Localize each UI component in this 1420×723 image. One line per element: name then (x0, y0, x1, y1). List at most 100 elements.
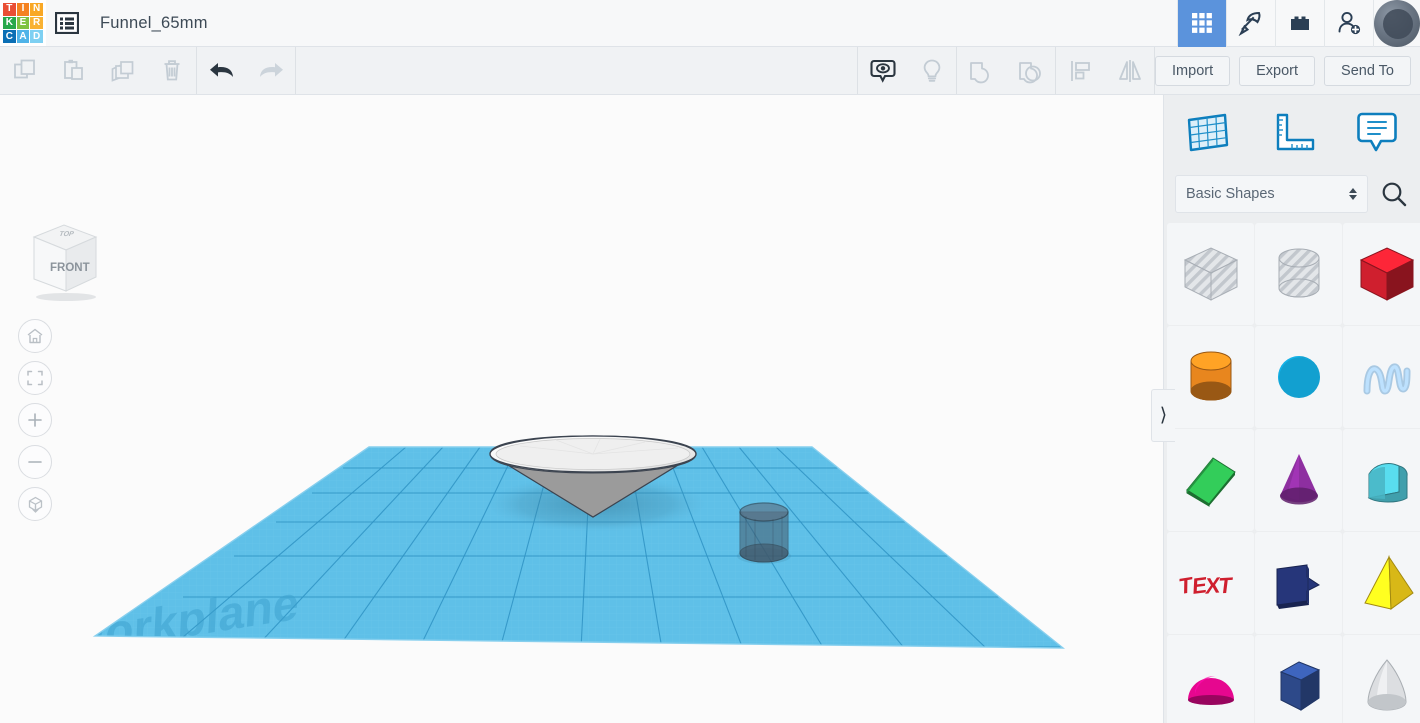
paraboloid-thumbnail (1366, 659, 1407, 711)
show-hide-button[interactable] (858, 47, 907, 94)
shape-cell-paraboloid[interactable] (1343, 635, 1420, 723)
hole-cylinder-object[interactable] (739, 502, 789, 563)
ruler-tool-button[interactable] (1249, 95, 1334, 169)
history-tool-group (197, 47, 295, 94)
text-thumbnail: T EXT (1178, 572, 1234, 599)
avatar (1374, 0, 1420, 47)
box-hole-thumbnail (1183, 247, 1238, 301)
view-cube[interactable]: TOP FRONT (26, 219, 102, 303)
panel-tool-tabs (1164, 95, 1420, 169)
designs-menu-button[interactable] (46, 0, 88, 47)
shape-cell-pyramid[interactable] (1343, 532, 1420, 634)
designs-grid-tab[interactable] (1177, 0, 1226, 48)
align-button[interactable] (1056, 47, 1105, 94)
shape-cell-box[interactable] (1343, 223, 1420, 325)
fit-brackets-icon (27, 370, 43, 386)
paste-icon (63, 59, 83, 80)
paste-button[interactable] (49, 47, 98, 94)
shape-search-button[interactable] (1368, 174, 1420, 214)
mirror-button[interactable] (1105, 47, 1154, 94)
shape-cell-scribble[interactable] (1343, 326, 1420, 428)
shape-cell-half-sphere[interactable] (1167, 635, 1254, 723)
group-button[interactable] (957, 47, 1006, 94)
account-avatar-button[interactable] (1373, 0, 1420, 47)
home-icon (27, 328, 43, 344)
perspective-toggle-button[interactable] (18, 487, 52, 521)
workplane-tool-button[interactable] (1164, 95, 1249, 169)
undo-button[interactable] (197, 47, 246, 94)
svg-text:T: T (1217, 573, 1234, 599)
shape-cell-hexagonal-prism[interactable] (1255, 635, 1342, 723)
object-tool-group (858, 47, 956, 94)
duplicate-button[interactable] (98, 47, 147, 94)
chevron-updown-icon (1349, 188, 1357, 200)
pickaxe-icon (1238, 11, 1261, 36)
list-menu-icon (55, 12, 79, 34)
export-button[interactable]: Export (1239, 55, 1316, 86)
scene-canvas[interactable]: Workplane (0, 95, 1163, 723)
shapes-panel: Basic Shapes TEXT (1163, 95, 1420, 723)
align-tool-group (1056, 47, 1154, 94)
shape-cell-text[interactable]: TEXT (1167, 532, 1254, 634)
pyramid-thumbnail (1363, 555, 1414, 610)
brick-icon (1291, 16, 1309, 30)
logo-tile-n: N (30, 3, 43, 16)
zoom-out-button[interactable] (18, 445, 52, 479)
shape-cell-cone[interactable] (1255, 429, 1342, 531)
box-thumbnail (1359, 247, 1414, 301)
fit-to-view-button[interactable] (18, 361, 52, 395)
shape-cell-sphere[interactable] (1255, 326, 1342, 428)
home-view-button[interactable] (18, 319, 52, 353)
import-button[interactable]: Import (1155, 55, 1231, 86)
redo-button[interactable] (246, 47, 295, 94)
document-title[interactable]: Funnel_65mm (100, 14, 208, 33)
shape-library-grid: TEXT (1164, 223, 1420, 723)
collapse-panel-button[interactable]: ⟩ (1151, 389, 1175, 442)
logo-tile-a: A (16, 30, 30, 43)
ungroup-button[interactable] (1006, 47, 1055, 94)
shape-cell-cylinder-hole[interactable] (1255, 223, 1342, 325)
half-cylinder-thumbnail (1367, 463, 1408, 503)
group-icon (969, 61, 989, 83)
lightbulb-icon (923, 59, 940, 82)
workplane-grid-icon (1187, 113, 1228, 152)
shape-cell-polygon-arrow[interactable] (1255, 532, 1342, 634)
send-to-button[interactable]: Send To (1324, 55, 1411, 86)
blocks-tab[interactable] (1275, 0, 1324, 47)
delete-button[interactable] (147, 47, 196, 94)
notes-tool-button[interactable] (1335, 95, 1420, 169)
redo-arrow-icon (259, 62, 283, 77)
shape-cell-box-hole[interactable] (1167, 223, 1254, 325)
logo-tile-e: E (16, 16, 30, 30)
ruler-icon (1276, 113, 1315, 151)
shape-cell-half-cylinder[interactable] (1343, 429, 1420, 531)
ortho-cube-icon (28, 496, 42, 513)
invite-people-button[interactable] (1324, 0, 1373, 47)
duplicate-icon (111, 60, 133, 82)
group-tool-group (957, 47, 1055, 94)
mirror-icon (1118, 59, 1141, 82)
shape-cell-roof[interactable] (1167, 429, 1254, 531)
minus-icon (28, 461, 42, 463)
plus-icon (28, 413, 42, 427)
3d-viewport[interactable]: Workplane TOP FRONT (0, 95, 1163, 723)
sphere-thumbnail (1277, 356, 1320, 398)
zoom-in-button[interactable] (18, 403, 52, 437)
search-icon (1382, 182, 1407, 207)
hint-button[interactable] (907, 47, 956, 94)
codeblocks-tab[interactable] (1226, 0, 1275, 47)
trash-icon (164, 59, 179, 80)
logo-tile-k: K (3, 16, 16, 30)
shape-category-select[interactable]: Basic Shapes (1175, 175, 1368, 213)
tinkercad-logo[interactable]: TIN KER CAD (0, 0, 46, 46)
half-sphere-thumbnail (1187, 675, 1234, 705)
cylinder-thumbnail (1190, 351, 1231, 401)
shape-cell-cylinder[interactable] (1167, 326, 1254, 428)
copy-button[interactable] (0, 47, 49, 94)
view-cube-icon: TOP FRONT (32, 224, 98, 301)
grid-icon (1192, 13, 1212, 33)
clipboard-tool-group (0, 47, 196, 94)
logo-tile-t: T (3, 3, 16, 16)
note-bubble-icon (1357, 112, 1398, 152)
